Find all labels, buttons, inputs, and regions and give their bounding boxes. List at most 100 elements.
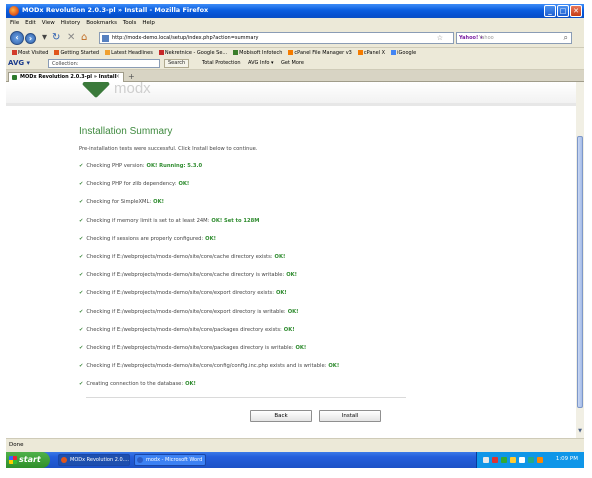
- address-url: http://modx-demo.local/setup/index.php?a…: [112, 35, 259, 41]
- bookmark-icon: [12, 50, 17, 55]
- minimize-button[interactable]: _: [544, 5, 556, 17]
- clock: 1:09 PM: [555, 456, 578, 462]
- checkmark-icon: ✔: [79, 344, 84, 351]
- bookmark-item[interactable]: Nekretnice - Google Se...: [156, 48, 227, 58]
- checkmark-icon: ✔: [79, 253, 84, 260]
- check-text: Checking if memory limit is set to at le…: [86, 217, 210, 224]
- stop-icon[interactable]: ✕: [67, 32, 75, 44]
- menu-bar: File Edit View History Bookmarks Tools H…: [6, 18, 584, 28]
- check-row: ✔ Checking PHP for zlib dependency: OK!: [79, 181, 409, 199]
- bookmark-label: Most Visited: [18, 50, 49, 56]
- site-favicon: [102, 35, 109, 42]
- firefox-task-icon: [61, 457, 67, 463]
- tray-icon[interactable]: [537, 457, 543, 463]
- check-text: Checking if E:/webprojects/modx-demo/sit…: [86, 253, 273, 260]
- home-icon[interactable]: ⌂: [81, 32, 87, 44]
- check-result: OK!: [286, 272, 298, 279]
- taskbar-item-firefox[interactable]: MODx Revolution 2.0....: [58, 454, 130, 466]
- menu-view[interactable]: View: [42, 18, 55, 28]
- bookmark-label: Nekretnice - Google Se...: [164, 50, 228, 56]
- forward-arrow-icon[interactable]: ›: [25, 33, 36, 44]
- modx-header: modx: [6, 82, 576, 106]
- install-summary: Installation Summary Pre-installation te…: [79, 126, 409, 399]
- tab-close-icon[interactable]: ×: [115, 73, 120, 80]
- get-more-item[interactable]: Get More: [281, 59, 304, 68]
- history-dropdown-icon[interactable]: ▾: [42, 32, 47, 44]
- page-title: Installation Summary: [79, 126, 173, 137]
- avg-logo[interactable]: AVG ▾: [8, 59, 30, 67]
- menu-file[interactable]: File: [10, 18, 19, 28]
- menu-history[interactable]: History: [61, 18, 81, 28]
- check-row: ✔ Checking if memory limit is set to at l…: [79, 218, 409, 236]
- window-title: MODx Revolution 2.0.3-pl » Install - Moz…: [22, 6, 209, 14]
- tray-icon[interactable]: [510, 457, 516, 463]
- check-result: OK!: [276, 290, 287, 297]
- tray-icon[interactable]: [483, 457, 489, 463]
- taskbar-item-word[interactable]: modx - Microsoft Word: [134, 454, 206, 466]
- check-row: ✔ Checking if E:/webprojects/modx-demo/si…: [79, 290, 409, 308]
- bookmark-item[interactable]: Getting Started: [51, 48, 99, 58]
- total-protection-item[interactable]: Total Protection: [202, 59, 241, 68]
- check-result: OK!: [178, 181, 190, 188]
- menu-bookmarks[interactable]: Bookmarks: [86, 18, 117, 28]
- search-box[interactable]: Yahoo! ▾ Yahoo ⌕: [456, 32, 572, 44]
- bookmark-item[interactable]: Mobisoft Infotech: [230, 48, 282, 58]
- bookmark-item[interactable]: cPanel File Manager v3: [285, 48, 352, 58]
- bookmark-icon: [54, 50, 60, 55]
- bookmark-label: iGoogle: [397, 50, 417, 56]
- menu-edit[interactable]: Edit: [25, 18, 36, 28]
- toolbar-search-field[interactable]: Collection:: [48, 59, 160, 68]
- tab-label: MODx Revolution 2.0.3-pl » Install: [20, 74, 117, 80]
- toolbar-search-button[interactable]: Search: [164, 59, 190, 68]
- reload-icon[interactable]: ↻: [52, 32, 60, 44]
- task-label: MODx Revolution 2.0....: [70, 457, 130, 463]
- new-tab-button[interactable]: +: [128, 72, 135, 81]
- tray-icon[interactable]: [528, 457, 534, 463]
- bookmark-item[interactable]: cPanel X: [355, 48, 385, 58]
- check-row: ✔ Checking if E:/webprojects/modx-demo/si…: [79, 254, 409, 272]
- check-row: ✔ Checking if E:/webprojects/modx-demo/si…: [79, 309, 409, 327]
- checks-list: ✔ Checking PHP version: OK! Running: 5.3.0…: [79, 163, 409, 399]
- bookmark-icon: [105, 50, 111, 55]
- check-text: Checking PHP for zlib dependency:: [86, 181, 177, 188]
- search-icon[interactable]: ⌕: [564, 33, 568, 43]
- check-row: ✔ Checking if E:/webprojects/modx-demo/si…: [79, 327, 409, 345]
- scrollbar-thumb[interactable]: [577, 136, 583, 408]
- scroll-down-arrow-icon[interactable]: ▼: [576, 428, 584, 436]
- bookmark-label: cPanel X: [363, 50, 386, 56]
- bookmark-item[interactable]: iGoogle: [388, 48, 416, 58]
- bookmark-label: Mobisoft Infotech: [239, 50, 283, 56]
- status-text: Done: [9, 442, 24, 448]
- check-row: ✔ Checking if sessions are properly confi…: [79, 236, 409, 254]
- checkmark-icon: ✔: [79, 290, 84, 297]
- firefox-window: MODx Revolution 2.0.3-pl » Install - Moz…: [6, 4, 584, 468]
- close-button[interactable]: ✕: [570, 5, 582, 17]
- windows-logo-icon: [9, 456, 17, 464]
- avg-info-item[interactable]: AVG Info ▾: [248, 59, 274, 68]
- menu-help[interactable]: Help: [142, 18, 155, 28]
- tray-icon[interactable]: [519, 457, 525, 463]
- vertical-scrollbar[interactable]: ▼: [576, 82, 584, 438]
- bookmark-item[interactable]: Latest Headlines: [102, 48, 153, 58]
- word-task-icon: [137, 457, 143, 463]
- check-row: ✔ Checking if E:/webprojects/modx-demo/si…: [79, 272, 409, 290]
- tray-icon[interactable]: [492, 457, 498, 463]
- checkmark-icon: ✔: [79, 235, 84, 242]
- check-result: OK!: [153, 199, 164, 206]
- check-text: Checking for SimpleXML:: [86, 199, 152, 206]
- address-bar[interactable]: http://modx-demo.local/setup/index.php?a…: [99, 32, 454, 44]
- back-button[interactable]: Back: [250, 410, 312, 422]
- install-button[interactable]: Install: [319, 410, 381, 422]
- tray-icon[interactable]: [501, 457, 507, 463]
- system-tray: 1:09 PM: [476, 452, 584, 468]
- menu-tools[interactable]: Tools: [123, 18, 137, 28]
- back-arrow-icon[interactable]: ‹: [10, 31, 24, 45]
- bookmark-star-icon[interactable]: ☆: [437, 34, 443, 42]
- tab-modx-install[interactable]: MODx Revolution 2.0.3-pl » Install ×: [8, 72, 124, 82]
- maximize-button[interactable]: □: [557, 5, 569, 17]
- checkmark-icon: ✔: [79, 163, 84, 169]
- bookmark-item[interactable]: Most Visited: [9, 48, 48, 58]
- start-button[interactable]: start: [6, 452, 50, 468]
- checkmark-icon: ✔: [79, 181, 84, 188]
- check-text: Creating connection to the database:: [86, 381, 184, 388]
